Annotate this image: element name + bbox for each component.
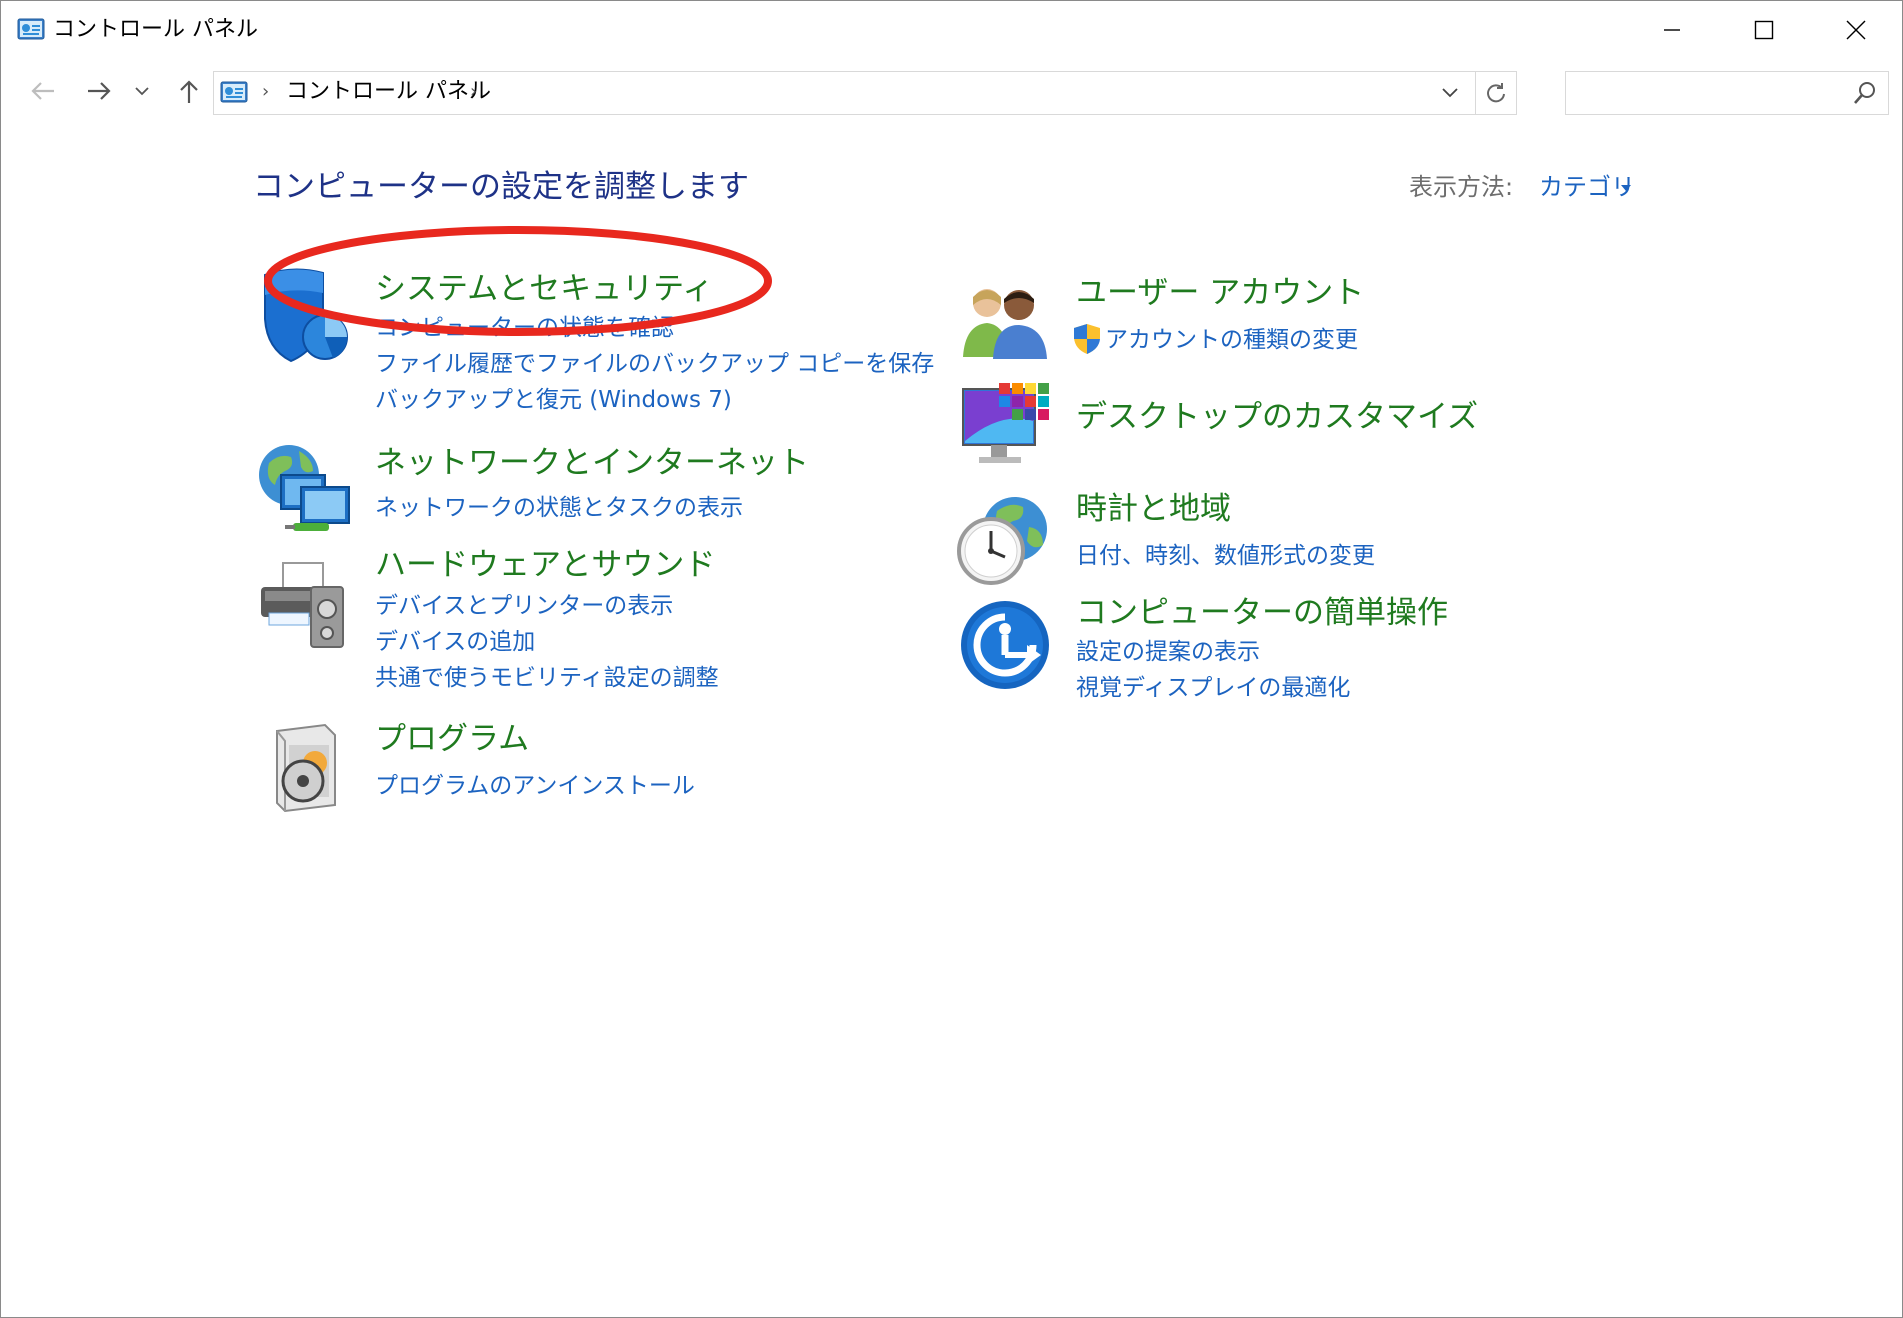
desktop-customize-title[interactable]: デスクトップのカスタマイズ [1076,397,1478,437]
user-accounts-title[interactable]: ユーザー アカウント [1076,273,1364,313]
minimize-button[interactable] [1626,1,1718,59]
breadcrumb-chevron-icon[interactable]: › [262,80,269,104]
programs-title[interactable]: プログラム [375,719,529,759]
minimize-icon [1664,29,1680,31]
address-bar[interactable]: › コントロール パネル › [213,71,1517,115]
navigation-bar: › コントロール パネル › [1,63,1902,121]
arrow-right-icon [88,82,111,100]
system-security-title[interactable]: システムとセキュリティ [375,269,713,309]
breadcrumb-control-panel[interactable]: コントロール パネル [286,79,491,105]
check-computer-status-link[interactable]: コンピューターの状態を確認 [375,313,674,343]
window-title: コントロール パネル [53,17,258,42]
maximize-button[interactable] [1718,1,1810,59]
breadcrumb-chevron-icon[interactable]: › [470,80,477,104]
up-button[interactable] [169,71,209,111]
printer-icon[interactable] [255,557,355,653]
mobility-settings-link[interactable]: 共通で使うモビリティ設定の調整 [375,663,719,693]
control-panel-icon [220,81,248,103]
ease-of-access-title[interactable]: コンピューターの簡単操作 [1076,593,1448,633]
view-by-label: 表示方法: [1409,173,1514,201]
arrow-left-icon [31,82,54,100]
recent-locations-button[interactable] [129,71,155,111]
hardware-sound-title[interactable]: ハードウェアとサウンド [375,545,715,585]
chevron-down-icon [1442,88,1458,98]
search-icon[interactable] [1852,80,1878,106]
refresh-icon [1487,83,1505,103]
uac-shield-icon [1074,324,1100,354]
chevron-down-icon [135,87,149,96]
address-history-dropdown[interactable] [1434,72,1466,114]
programs-icon[interactable] [263,723,349,813]
network-internet-title[interactable]: ネットワークとインターネット [375,443,809,483]
optimize-visual-display-link[interactable]: 視覚ディスプレイの最適化 [1076,673,1350,703]
recommended-settings-link[interactable]: 設定の提案の表示 [1076,637,1260,667]
clock-globe-icon[interactable] [953,493,1053,587]
network-status-link[interactable]: ネットワークの状態とタスクの表示 [375,493,743,523]
uninstall-program-link[interactable]: プログラムのアンインストール [375,771,695,801]
caret-down-icon[interactable] [1621,185,1631,191]
close-button[interactable] [1810,1,1902,59]
change-account-type-link[interactable]: アカウントの種類の変更 [1105,325,1358,355]
file-history-link[interactable]: ファイル履歴でファイルのバックアップ コピーを保存 [375,349,934,379]
add-device-link[interactable]: デバイスの追加 [375,627,535,657]
network-globe-icon[interactable] [255,441,355,537]
date-time-format-link[interactable]: 日付、時刻、数値形式の変更 [1076,541,1375,571]
desktop-customize-icon[interactable] [961,381,1051,473]
search-input[interactable] [1574,78,1838,108]
control-panel-icon [17,18,45,40]
arrow-up-icon [180,80,198,103]
user-accounts-icon[interactable] [959,283,1051,359]
devices-printers-link[interactable]: デバイスとプリンターの表示 [375,591,673,621]
forward-button[interactable] [79,71,119,111]
close-icon [1846,20,1866,40]
search-box[interactable] [1565,71,1889,115]
clock-region-title[interactable]: 時計と地域 [1076,489,1231,529]
page-title: コンピューターの設定を調整します [253,169,749,205]
control-panel-window: コントロール パネル › コントロール パネル › コンピューターの設定を調整し… [0,0,1903,1318]
backup-restore-link[interactable]: バックアップと復元 (Windows 7) [375,385,732,415]
maximize-icon [1754,20,1774,40]
title-bar: コントロール パネル [1,1,1902,59]
refresh-button[interactable] [1475,72,1516,114]
shield-icon[interactable] [257,263,353,367]
back-button[interactable] [23,71,63,111]
ease-of-access-icon[interactable] [959,599,1051,691]
